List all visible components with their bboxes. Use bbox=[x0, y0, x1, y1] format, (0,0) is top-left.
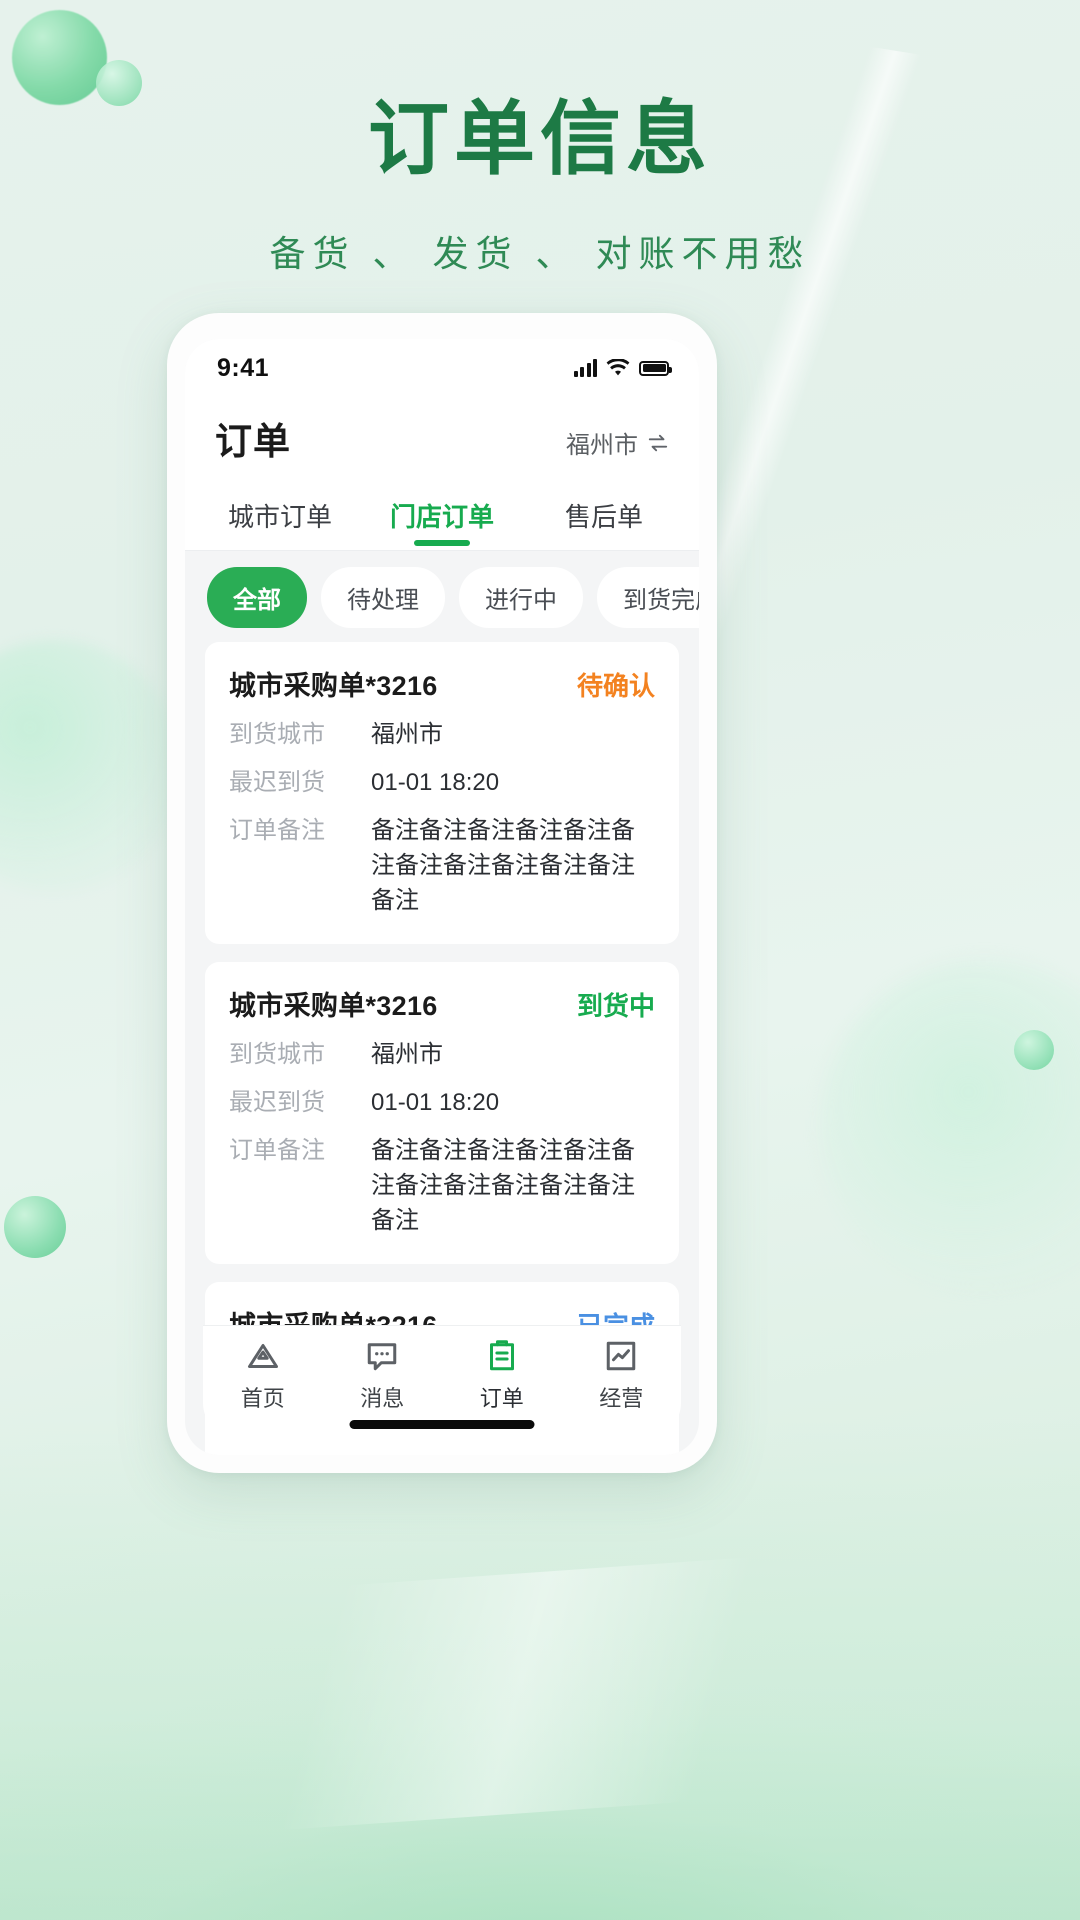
swap-arrows-icon bbox=[647, 432, 669, 454]
status-filter-chips: 全部 待处理 进行中 到货完成 结 bbox=[185, 551, 699, 642]
battery-full-icon bbox=[639, 361, 669, 376]
row-label-remark: 订单备注 bbox=[229, 813, 353, 918]
status-badge: 到货中 bbox=[577, 986, 655, 1023]
order-card-header: 城市采购单*3216 到货中 bbox=[229, 984, 655, 1023]
order-row-remark: 订单备注 备注备注备注备注备注备注备注备注备注备注备注备注 bbox=[229, 1133, 655, 1238]
app-title: 订单 bbox=[215, 411, 291, 465]
row-label-latest: 最迟到货 bbox=[229, 1085, 353, 1120]
nav-label-orders: 订单 bbox=[480, 1381, 524, 1413]
chip-in-progress[interactable]: 进行中 bbox=[459, 567, 583, 628]
home-icon bbox=[245, 1338, 281, 1374]
bubble-left bbox=[4, 1196, 66, 1258]
message-icon bbox=[364, 1338, 400, 1374]
nav-label-business: 经营 bbox=[599, 1381, 643, 1413]
row-value-remark: 备注备注备注备注备注备注备注备注备注备注备注备注 bbox=[371, 1133, 655, 1238]
status-icons bbox=[574, 359, 670, 378]
app-header: 订单 福州市 bbox=[185, 397, 699, 483]
chip-all[interactable]: 全部 bbox=[207, 567, 307, 628]
row-value-city: 福州市 bbox=[371, 717, 655, 752]
order-card-header: 城市采购单*3216 待确认 bbox=[229, 664, 655, 703]
order-card[interactable]: 城市采购单*3216 待确认 到货城市 福州市 最迟到货 01-01 18:20… bbox=[205, 642, 679, 944]
nav-item-orders[interactable]: 订单 bbox=[442, 1338, 562, 1413]
wifi-icon bbox=[606, 359, 630, 378]
order-card[interactable]: 城市采购单*3216 到货中 到货城市 福州市 最迟到货 01-01 18:20… bbox=[205, 962, 679, 1264]
nav-item-home[interactable]: 首页 bbox=[203, 1338, 323, 1413]
row-value-latest: 01-01 18:20 bbox=[371, 765, 655, 800]
tab-store-orders[interactable]: 门店订单 bbox=[361, 483, 523, 550]
city-selector-label: 福州市 bbox=[566, 425, 638, 460]
hero-section: 订单信息 备货 、 发货 、 对账不用愁 bbox=[0, 96, 1080, 277]
order-row-latest: 最迟到货 01-01 18:20 bbox=[229, 1085, 655, 1120]
chip-pending[interactable]: 待处理 bbox=[321, 567, 445, 628]
chip-arrived[interactable]: 到货完成 bbox=[597, 567, 699, 628]
bubble-top-large bbox=[12, 10, 107, 105]
order-row-latest: 最迟到货 01-01 18:20 bbox=[229, 765, 655, 800]
page-title: 订单信息 bbox=[0, 96, 1080, 185]
status-badge: 待确认 bbox=[577, 666, 655, 703]
order-row-city: 到货城市 福州市 bbox=[229, 717, 655, 752]
chart-icon bbox=[603, 1338, 639, 1374]
page-subtitle: 备货 、 发货 、 对账不用愁 bbox=[0, 225, 1080, 277]
clipboard-icon bbox=[484, 1338, 520, 1374]
nav-label-home: 首页 bbox=[241, 1381, 285, 1413]
order-title: 城市采购单*3216 bbox=[229, 984, 438, 1023]
row-label-remark: 订单备注 bbox=[229, 1133, 353, 1238]
order-row-remark: 订单备注 备注备注备注备注备注备注备注备注备注备注备注备注 bbox=[229, 813, 655, 918]
bubble-right bbox=[1014, 1030, 1054, 1070]
bg-glow-right bbox=[820, 960, 1080, 1290]
row-value-city: 福州市 bbox=[371, 1037, 655, 1072]
order-row-city: 到货城市 福州市 bbox=[229, 1037, 655, 1072]
order-row-remark: 订单备注 备注备注备注备注备注备注备注备注备注备注备注备注 bbox=[229, 1453, 655, 1455]
home-indicator bbox=[350, 1420, 535, 1429]
nav-item-message[interactable]: 消息 bbox=[323, 1338, 443, 1413]
nav-label-message: 消息 bbox=[360, 1381, 404, 1413]
signal-bars-icon bbox=[574, 359, 598, 377]
status-bar: 9:41 bbox=[185, 339, 699, 397]
tab-city-orders[interactable]: 城市订单 bbox=[199, 483, 361, 550]
phone-screen: 9:41 订单 福州市 城市订单 bbox=[185, 339, 699, 1455]
bg-glow-left bbox=[0, 640, 180, 890]
row-label-city: 到货城市 bbox=[229, 1037, 353, 1072]
order-title: 城市采购单*3216 bbox=[229, 664, 438, 703]
nav-item-business[interactable]: 经营 bbox=[562, 1338, 682, 1413]
row-label-latest: 最迟到货 bbox=[229, 765, 353, 800]
row-value-latest: 01-01 18:20 bbox=[371, 1085, 655, 1120]
phone-mockup: 9:41 订单 福州市 城市订单 bbox=[167, 313, 717, 1473]
row-value-remark: 备注备注备注备注备注备注备注备注备注备注备注备注 bbox=[371, 813, 655, 918]
tab-aftersale-orders[interactable]: 售后单 bbox=[523, 483, 685, 550]
row-label-city: 到货城市 bbox=[229, 717, 353, 752]
order-type-tabs: 城市订单 门店订单 售后单 bbox=[185, 483, 699, 551]
row-value-remark: 备注备注备注备注备注备注备注备注备注备注备注备注 bbox=[371, 1453, 655, 1455]
row-label-remark: 订单备注 bbox=[229, 1453, 353, 1455]
status-time: 9:41 bbox=[217, 354, 269, 383]
city-selector[interactable]: 福州市 bbox=[566, 425, 669, 465]
